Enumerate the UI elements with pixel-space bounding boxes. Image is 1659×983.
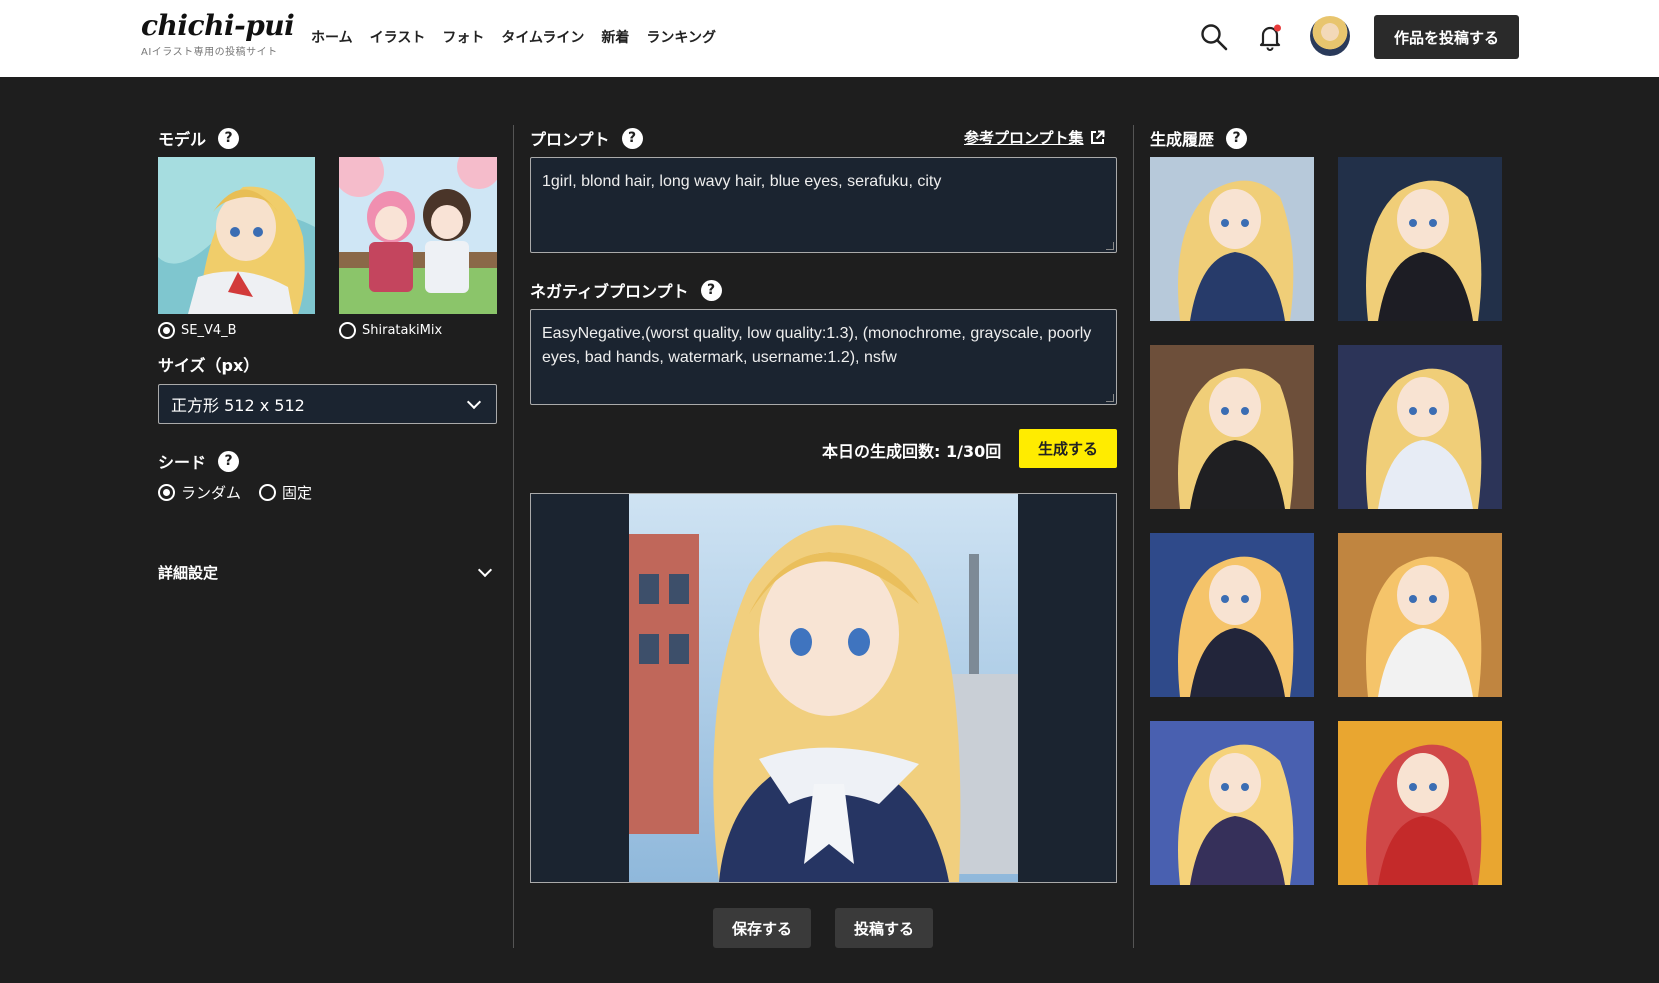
help-icon[interactable]: ? xyxy=(1226,127,1248,149)
site-logo[interactable]: chichi-pui AIイラスト専用の投稿サイト xyxy=(141,9,295,58)
help-icon[interactable]: ? xyxy=(218,450,240,472)
resize-handle-icon[interactable] xyxy=(1106,394,1114,402)
negative-prompt-input[interactable]: EasyNegative,(worst quality, low quality… xyxy=(530,309,1117,405)
history-label: 生成履歴 ? xyxy=(1150,126,1248,150)
history-thumbnail[interactable] xyxy=(1338,533,1502,697)
radio-unselected-icon xyxy=(339,322,356,339)
reference-prompts-link[interactable]: 参考プロンプト集 xyxy=(964,127,1105,148)
history-label-text: 生成履歴 xyxy=(1150,130,1215,149)
generation-count: 本日の生成回数: 1/30回 xyxy=(822,442,1002,461)
nav-photo[interactable]: フォト xyxy=(442,27,484,47)
chevron-down-icon[interactable] xyxy=(477,562,493,578)
model-thumb-se-v4-b[interactable] xyxy=(158,157,315,314)
model-radio-shiratakimix[interactable]: ShiratakiMix xyxy=(339,322,442,339)
save-button[interactable]: 保存する xyxy=(713,908,811,948)
generated-image xyxy=(629,494,1018,882)
history-image xyxy=(1338,533,1502,697)
seed-option-label: ランダム xyxy=(181,484,242,502)
history-thumbnail[interactable] xyxy=(1150,721,1314,885)
radio-selected-icon xyxy=(158,322,175,339)
negative-prompt-input-value: EasyNegative,(worst quality, low quality… xyxy=(542,325,1092,366)
advanced-settings-label: 詳細設定 xyxy=(158,564,219,582)
history-image xyxy=(1338,157,1502,321)
prompt-label-text: プロンプト xyxy=(530,130,610,149)
history-image xyxy=(1150,721,1314,885)
help-icon[interactable]: ? xyxy=(700,279,722,301)
generate-button[interactable]: 生成する xyxy=(1019,429,1117,468)
nav-illust[interactable]: イラスト xyxy=(370,27,426,47)
size-label: サイズ（px） xyxy=(158,352,259,376)
prompt-input[interactable]: 1girl, blond hair, long wavy hair, blue … xyxy=(530,157,1117,253)
nav-timeline[interactable]: タイムライン xyxy=(501,27,584,47)
preview-image xyxy=(629,494,1018,882)
post-button[interactable]: 投稿する xyxy=(835,908,933,948)
model-thumb-shiratakimix[interactable] xyxy=(339,157,497,314)
model-label: モデル ? xyxy=(158,126,240,150)
history-image xyxy=(1338,721,1502,885)
radio-selected-icon xyxy=(158,484,175,501)
external-link-icon xyxy=(1090,130,1105,144)
site-header: chichi-pui AIイラスト専用の投稿サイト ホーム イラスト フォト タ… xyxy=(0,0,1659,77)
history-image xyxy=(1150,345,1314,509)
bell-icon[interactable] xyxy=(1255,22,1285,52)
nav-ranking[interactable]: ランキング xyxy=(646,27,716,47)
chevron-down-icon xyxy=(466,394,482,410)
size-select-value: 正方形 512 x 512 xyxy=(171,396,305,415)
seed-radio-random[interactable]: ランダム xyxy=(158,482,241,503)
radio-unselected-icon xyxy=(259,484,276,501)
seed-radio-fixed[interactable]: 固定 xyxy=(259,482,312,503)
history-image xyxy=(1338,345,1502,509)
negative-prompt-label-text: ネガティブプロンプト xyxy=(530,282,689,301)
seed-option-label: 固定 xyxy=(282,484,313,502)
nav-home[interactable]: ホーム xyxy=(311,27,353,47)
reference-prompts-text: 参考プロンプト集 xyxy=(964,129,1084,147)
column-divider-left xyxy=(513,125,514,948)
help-icon[interactable]: ? xyxy=(218,127,240,149)
search-icon[interactable] xyxy=(1199,22,1229,52)
main-nav: ホーム イラスト フォト タイムライン 新着 ランキング xyxy=(311,27,716,47)
history-thumbnail[interactable] xyxy=(1150,345,1314,509)
help-icon[interactable]: ? xyxy=(621,127,643,149)
logo-wordmark: chichi-pui xyxy=(141,9,295,42)
model-option-label: ShiratakiMix xyxy=(362,323,443,338)
history-image xyxy=(1150,157,1314,321)
column-divider-right xyxy=(1133,125,1134,948)
model-radio-se-v4-b[interactable]: SE_V4_B xyxy=(158,322,237,339)
size-label-text: サイズ（px） xyxy=(158,356,260,375)
seed-label: シード ? xyxy=(158,449,240,473)
avatar[interactable] xyxy=(1310,16,1350,56)
model-label-text: モデル xyxy=(158,130,207,149)
size-select[interactable]: 正方形 512 x 512 xyxy=(158,384,497,424)
model-thumbnail-image xyxy=(158,157,315,314)
resize-handle-icon[interactable] xyxy=(1106,242,1114,250)
history-image xyxy=(1150,533,1314,697)
model-thumbnail-image xyxy=(339,157,497,314)
generated-image-preview xyxy=(530,493,1117,883)
history-thumbnail[interactable] xyxy=(1150,157,1314,321)
history-thumbnail[interactable] xyxy=(1338,345,1502,509)
history-thumbnail[interactable] xyxy=(1150,533,1314,697)
prompt-label: プロンプト ? xyxy=(530,126,643,150)
seed-label-text: シード xyxy=(158,453,207,472)
post-artwork-button[interactable]: 作品を投稿する xyxy=(1374,15,1519,59)
logo-tagline: AIイラスト専用の投稿サイト xyxy=(141,47,278,58)
model-option-label: SE_V4_B xyxy=(181,323,237,338)
history-thumbnail[interactable] xyxy=(1338,157,1502,321)
history-thumbnail[interactable] xyxy=(1338,721,1502,885)
advanced-settings-toggle[interactable]: 詳細設定 xyxy=(158,562,218,583)
negative-prompt-label: ネガティブプロンプト ? xyxy=(530,278,722,302)
nav-new[interactable]: 新着 xyxy=(601,27,629,47)
prompt-input-value: 1girl, blond hair, long wavy hair, blue … xyxy=(542,173,942,190)
